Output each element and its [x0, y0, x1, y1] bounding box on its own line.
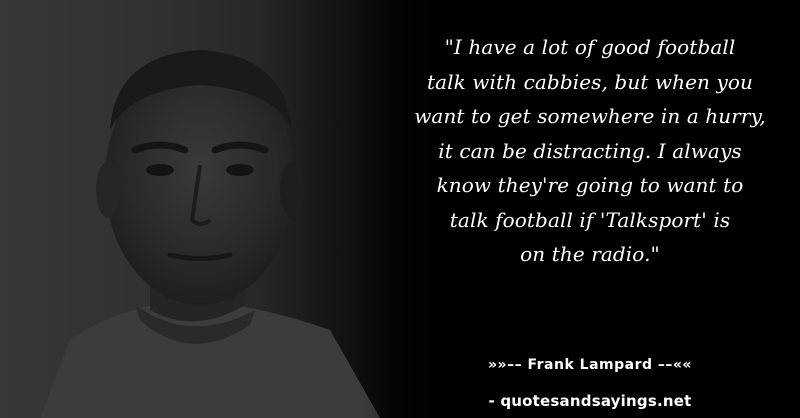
quote-card: "I have a lot of good football talk with…: [0, 0, 800, 418]
author-line: »»–– Frank Lampard ––««: [488, 357, 692, 373]
quote-text: "I have a lot of good football talk with…: [414, 35, 766, 266]
watermark-site: - quotesandsayings.net: [488, 392, 692, 410]
